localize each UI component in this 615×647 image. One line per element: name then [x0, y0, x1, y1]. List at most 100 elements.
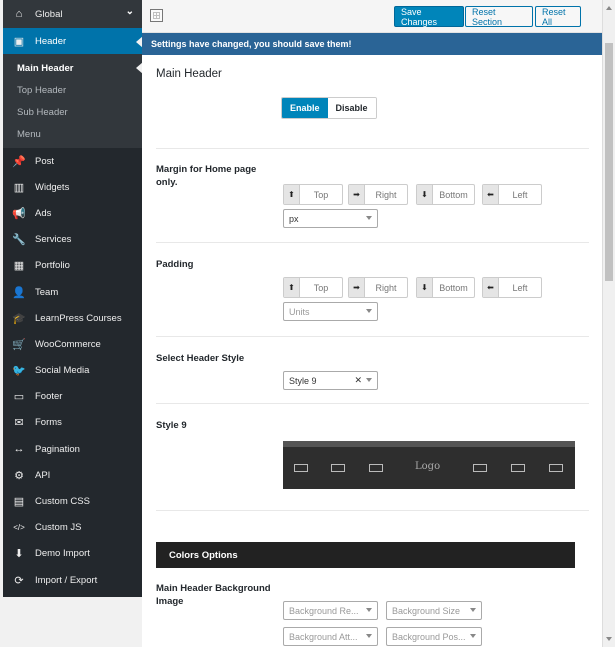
dropdown-arrow-icon [366, 608, 372, 612]
sidebar-item-portfolio[interactable]: ▦ Portfolio [3, 253, 142, 279]
sidebar-item-label: Ads [35, 207, 52, 219]
code-icon: </> [13, 523, 25, 533]
sidebar-item-custom-css[interactable]: ▤ Custom CSS [3, 488, 142, 514]
scroll-up-icon[interactable] [606, 6, 612, 10]
dropdown-arrow-icon [470, 608, 476, 612]
margin-bottom-field[interactable]: ⬇ Bottom [416, 184, 475, 205]
dropdown-arrow-icon [366, 309, 372, 313]
enable-option[interactable]: Enable [282, 98, 328, 118]
margin-unit-select[interactable]: px [283, 209, 378, 228]
sidebar-item-label: WooCommerce [35, 338, 101, 350]
sidebar-item-label: Header [35, 35, 67, 47]
sidebar-item-label: Forms [35, 417, 62, 429]
submenu-item-menu[interactable]: Menu [3, 123, 142, 145]
sidebar-item-header[interactable]: ▣ Header [3, 28, 143, 54]
options-panel: Save Changes Reset Section Reset All Set… [142, 0, 602, 647]
sidebar-item-label: LearnPress Courses [35, 312, 122, 324]
bg-image-label: Main Header Background Image [156, 583, 271, 607]
columns-icon: ▥ [13, 181, 25, 194]
arrow-up-icon: ⬆ [284, 185, 300, 204]
dropdown-arrow-icon [366, 634, 372, 638]
sidebar-item-custom-js[interactable]: </> Custom JS [3, 515, 142, 541]
arrow-right-icon: ➡ [349, 278, 365, 297]
sidebar-item-demo-import[interactable]: ⬇ Demo Import [3, 541, 142, 567]
margin-right-field[interactable]: ➡ Right [348, 184, 408, 205]
sidebar-item-label: Portfolio [35, 260, 70, 272]
scrollbar-thumb[interactable] [605, 43, 613, 281]
sidebar-item-api[interactable]: ⚙ API [3, 462, 142, 488]
sidebar-item-label: Custom JS [35, 522, 82, 534]
enable-toggle[interactable]: Enable Disable [281, 97, 377, 119]
header-style-select[interactable]: Style 9 ✕ [283, 371, 378, 390]
sidebar-item-label: Import / Export [35, 574, 98, 586]
wrench-icon: 🔧 [12, 234, 26, 247]
padding-bottom-field[interactable]: ⬇ Bottom [416, 277, 475, 298]
submenu-item-main-header[interactable]: Main Header [3, 57, 143, 79]
clear-icon[interactable]: ✕ [354, 375, 362, 386]
cogs-icon: ⚙ [14, 469, 24, 482]
arrow-left-icon: ⬅ [483, 278, 499, 297]
user-icon: 👤 [12, 286, 26, 299]
sidebar-item-widgets[interactable]: ▥ Widgets [3, 174, 142, 200]
twitter-icon: 🐦 [12, 365, 26, 378]
arrow-left-icon: ⬅ [483, 185, 499, 204]
sidebar-item-global[interactable]: ⌂ Global ⌄ [3, 0, 142, 28]
sidebar-item-footer[interactable]: ▭ Footer [3, 384, 142, 410]
css-file-icon: ▤ [13, 496, 25, 509]
sidebar-section-list: 📌 Post ▥ Widgets 📢 Ads 🔧 Services ▦ Portfolio 👤 Tea… [3, 148, 142, 593]
header-submenu: Main Header Top Header Sub Header Menu [3, 54, 143, 148]
submenu-item-top-header[interactable]: Top Header [3, 79, 142, 101]
background-size-select[interactable]: Background Size [386, 601, 482, 620]
sidebar-item-post[interactable]: 📌 Post [3, 148, 142, 174]
margin-row: Margin for Home page only. ⬆ Top ➡ Right… [156, 149, 589, 243]
sidebar-item-team[interactable]: 👤 Team [3, 279, 142, 305]
menu-placeholder [473, 464, 487, 472]
sidebar-item-forms[interactable]: ✉ Forms [3, 410, 142, 436]
colors-section-header[interactable]: Colors Options [156, 542, 575, 568]
colors-section: Colors Options Main Header Background Im… [156, 511, 589, 647]
margin-left-field[interactable]: ⬅ Left [482, 184, 542, 205]
expand-options-icon[interactable] [150, 9, 163, 22]
sidebar-item-import-export[interactable]: ⟳ Import / Export [3, 567, 142, 593]
download-circle-icon: ⬇ [14, 548, 24, 561]
padding-unit-select[interactable]: Units [283, 302, 378, 321]
padding-top-field[interactable]: ⬆ Top [283, 277, 343, 298]
options-content: Main Header Enable Disable Margin for Ho… [142, 55, 602, 647]
sidebar-item-label: Social Media [35, 365, 90, 377]
sidebar-item-social-media[interactable]: 🐦 Social Media [3, 358, 142, 384]
sidebar-item-pagination[interactable]: ↔ Pagination [3, 436, 142, 462]
padding-left-field[interactable]: ⬅ Left [482, 277, 542, 298]
window-icon: ▣ [13, 35, 25, 48]
sidebar-item-woocommerce[interactable]: 🛒 WooCommerce [3, 331, 142, 357]
megaphone-icon: 📢 [12, 207, 26, 220]
monitor-icon: ▭ [13, 391, 25, 404]
sidebar-item-learnpress-courses[interactable]: 🎓 LearnPress Courses [3, 305, 142, 331]
margin-top-field[interactable]: ⬆ Top [283, 184, 343, 205]
disable-option[interactable]: Disable [327, 98, 376, 118]
reset-section-button[interactable]: Reset Section [465, 6, 533, 27]
sidebar-item-label: Services [35, 234, 72, 246]
scroll-down-icon[interactable] [606, 637, 612, 641]
menu-placeholder [369, 464, 383, 472]
vertical-scrollbar[interactable] [602, 0, 615, 647]
save-changes-button[interactable]: Save Changes [394, 6, 464, 27]
sidebar-item-label: Global [35, 8, 63, 20]
envelope-icon: ✉ [14, 417, 24, 430]
menu-placeholder [549, 464, 563, 472]
submenu-item-sub-header[interactable]: Sub Header [3, 101, 142, 123]
background-attachment-select[interactable]: Background Att... [283, 627, 378, 646]
sidebar-item-label: Custom CSS [35, 496, 90, 508]
arrows-horizontal-icon: ↔ [13, 443, 25, 456]
background-repeat-select[interactable]: Background Re... [283, 601, 378, 620]
sidebar-item-services[interactable]: 🔧 Services [3, 227, 142, 253]
menu-placeholder [331, 464, 345, 472]
sidebar-item-ads[interactable]: 📢 Ads [3, 200, 142, 226]
background-position-select[interactable]: Background Pos... [386, 627, 482, 646]
sidebar-item-label: Demo Import [35, 548, 90, 560]
reset-all-button[interactable]: Reset All [535, 6, 581, 27]
home-icon: ⌂ [15, 8, 23, 20]
padding-right-field[interactable]: ➡ Right [348, 277, 408, 298]
pin-icon: 📌 [12, 155, 26, 168]
padding-row: Padding ⬆ Top ➡ Right ⬇ Bottom ⬅ Left Un… [156, 243, 589, 337]
menu-placeholder [294, 464, 308, 472]
